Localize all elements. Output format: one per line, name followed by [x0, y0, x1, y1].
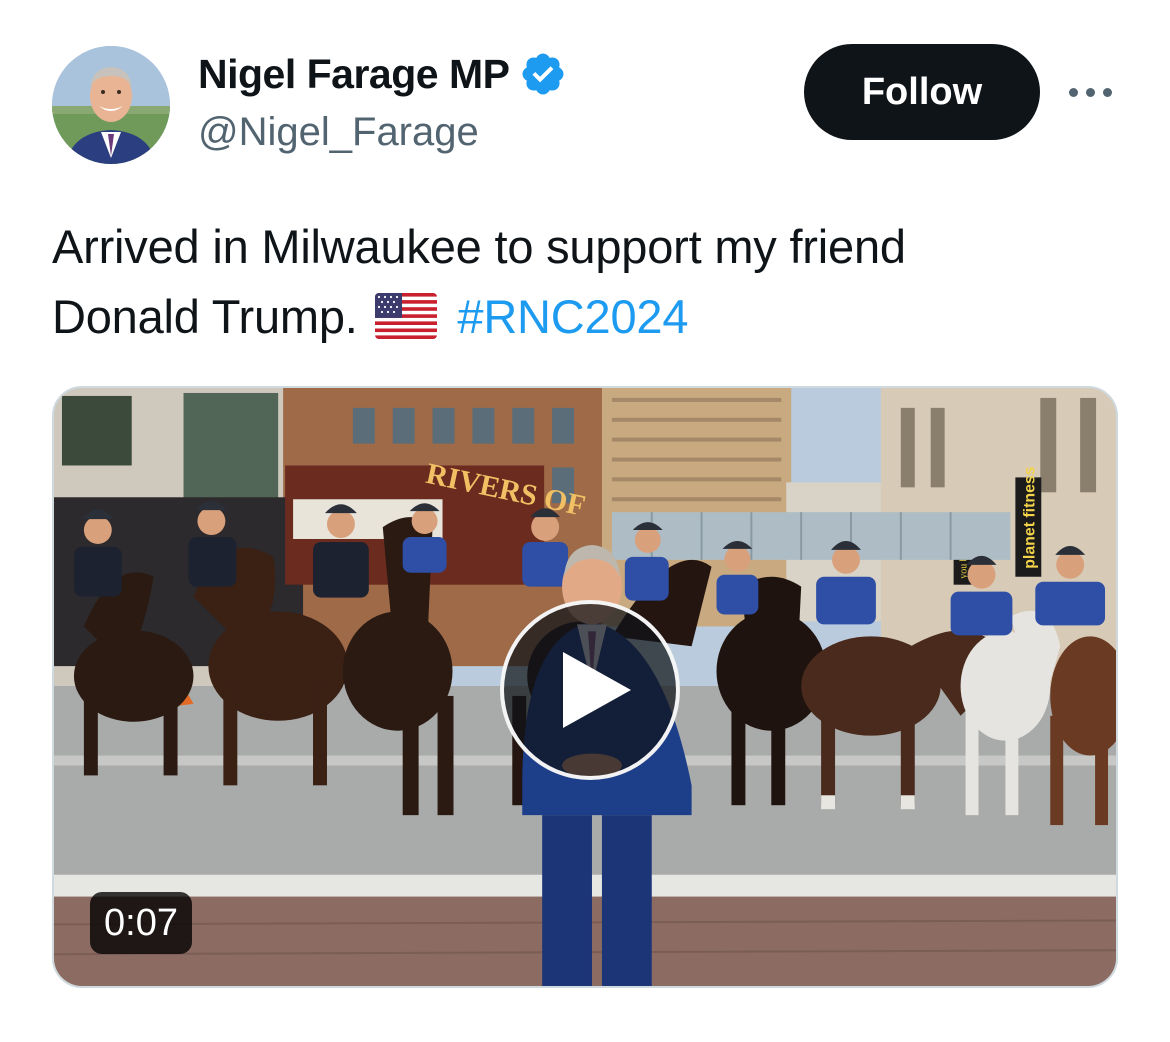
play-button[interactable]: [500, 600, 680, 780]
author-name-row: Nigel Farage MP: [198, 50, 567, 98]
more-options-icon[interactable]: [1058, 70, 1122, 114]
video-player[interactable]: RIVERS OF planet fitness you belong!: [52, 386, 1118, 988]
follow-button[interactable]: Follow: [804, 44, 1040, 140]
author-handle[interactable]: @Nigel_Farage: [198, 110, 479, 155]
hashtag-link[interactable]: #RNC2024: [457, 290, 688, 343]
tweet-text: Arrived in Milwaukee to support my frien…: [52, 212, 1122, 352]
play-icon: [563, 652, 631, 728]
tweet-card: Nigel Farage MP @Nigel_Farage Follow Arr…: [0, 0, 1170, 1042]
dot: [1102, 87, 1112, 97]
author-display-name[interactable]: Nigel Farage MP: [198, 51, 510, 98]
dot: [1068, 87, 1078, 97]
dot: [1085, 87, 1095, 97]
avatar[interactable]: [52, 46, 170, 164]
us-flag-icon: [374, 293, 437, 339]
tweet-text-line2: Donald Trump.: [52, 290, 358, 343]
verified-badge-icon[interactable]: [519, 50, 567, 98]
tweet-text-line1: Arrived in Milwaukee to support my frien…: [52, 220, 906, 273]
avatar-image: [52, 46, 170, 164]
gym-sign-text: planet fitness: [1021, 466, 1038, 569]
video-duration-badge: 0:07: [90, 892, 192, 954]
